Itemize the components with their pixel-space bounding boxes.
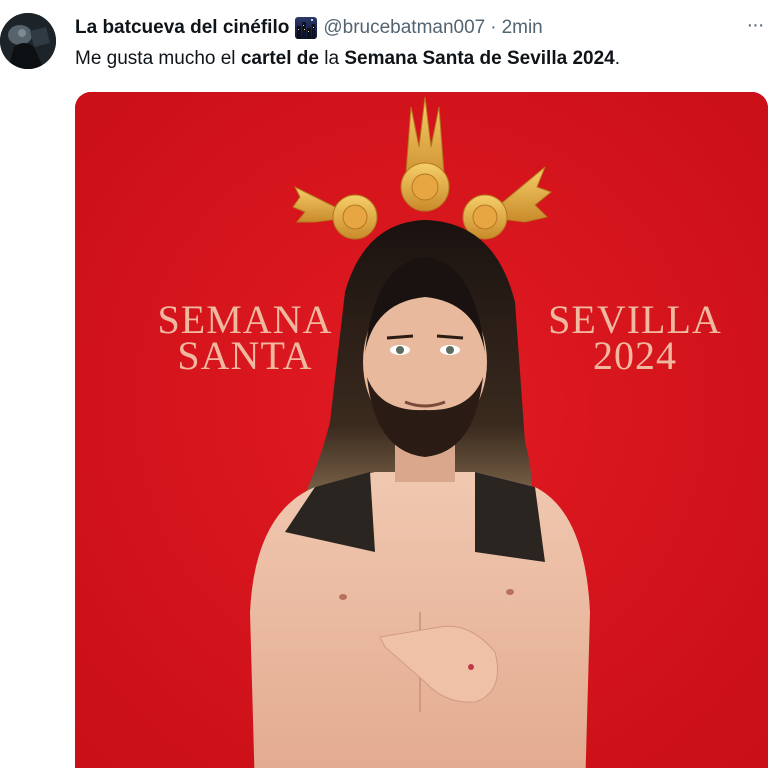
tweet-text-bold: cartel de bbox=[240, 48, 319, 69]
tweet[interactable]: La batcueva del cinéfilo @brucebatman007… bbox=[0, 0, 768, 768]
poster-artwork bbox=[75, 92, 768, 768]
tweet-text-part: . bbox=[614, 48, 620, 69]
timestamp[interactable]: 2min bbox=[502, 17, 543, 39]
display-name[interactable]: La batcueva del cinéfilo bbox=[75, 17, 289, 39]
tweet-text-bold: Semana Santa de Sevilla 2024 bbox=[344, 48, 615, 69]
night-city-emoji-icon bbox=[295, 17, 318, 39]
poster-title-left: SEMANA SANTA bbox=[115, 300, 375, 378]
avatar[interactable] bbox=[0, 13, 56, 69]
avatar-image bbox=[0, 13, 56, 69]
tweet-text-part: la bbox=[318, 48, 345, 69]
poster-title-right: SEVILLA 2024 bbox=[530, 300, 740, 378]
tweet-header: La batcueva del cinéfilo @brucebatman007… bbox=[75, 14, 543, 42]
tweet-text: Me gusta mucho el cartel de la Semana Sa… bbox=[75, 44, 620, 74]
more-options-icon[interactable]: ··· bbox=[744, 14, 766, 36]
tweet-text-part: Me gusta mucho el bbox=[75, 48, 241, 69]
poster-text-santa: SANTA bbox=[177, 333, 313, 378]
tweet-media-image[interactable]: SEMANA SANTA SEVILLA 2024 bbox=[75, 92, 768, 768]
poster-text-year: 2024 bbox=[593, 333, 677, 378]
separator-dot: · bbox=[490, 17, 497, 38]
user-handle[interactable]: @brucebatman007 bbox=[323, 17, 485, 39]
